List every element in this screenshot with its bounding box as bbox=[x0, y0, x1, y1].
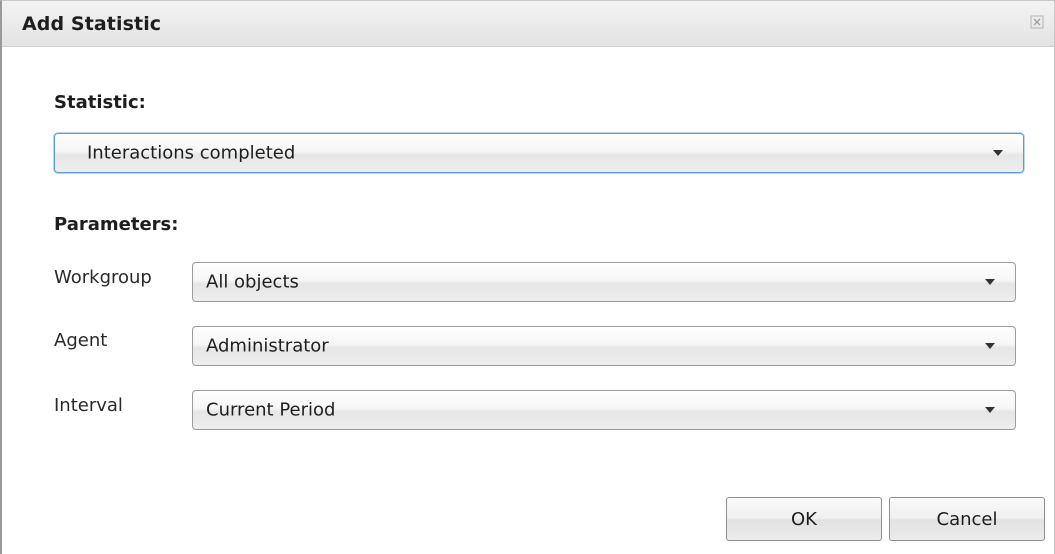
cancel-button[interactable]: Cancel bbox=[889, 497, 1045, 541]
agent-label: Agent bbox=[54, 330, 108, 351]
add-statistic-dialog: Add Statistic Statistic: Interactions co… bbox=[0, 0, 1055, 554]
chevron-down-icon bbox=[985, 279, 995, 285]
statistic-dropdown[interactable]: Interactions completed bbox=[54, 133, 1024, 173]
chevron-down-icon bbox=[985, 407, 995, 413]
parameters-section-label: Parameters: bbox=[54, 214, 179, 235]
workgroup-label: Workgroup bbox=[54, 267, 152, 288]
interval-label: Interval bbox=[54, 395, 123, 416]
chevron-down-icon bbox=[985, 343, 995, 349]
chevron-down-icon bbox=[993, 150, 1003, 156]
workgroup-dropdown[interactable]: All objects bbox=[192, 262, 1016, 302]
statistic-section-label: Statistic: bbox=[54, 92, 146, 113]
dialog-title: Add Statistic bbox=[22, 13, 162, 35]
close-icon[interactable] bbox=[1030, 15, 1044, 29]
agent-dropdown-value: Administrator bbox=[206, 335, 329, 357]
interval-dropdown[interactable]: Current Period bbox=[192, 390, 1016, 430]
interval-dropdown-value: Current Period bbox=[206, 399, 336, 421]
workgroup-dropdown-value: All objects bbox=[206, 271, 299, 293]
statistic-dropdown-value: Interactions completed bbox=[87, 142, 296, 164]
dialog-titlebar[interactable]: Add Statistic bbox=[2, 1, 1054, 47]
ok-button[interactable]: OK bbox=[726, 497, 882, 541]
agent-dropdown[interactable]: Administrator bbox=[192, 326, 1016, 366]
